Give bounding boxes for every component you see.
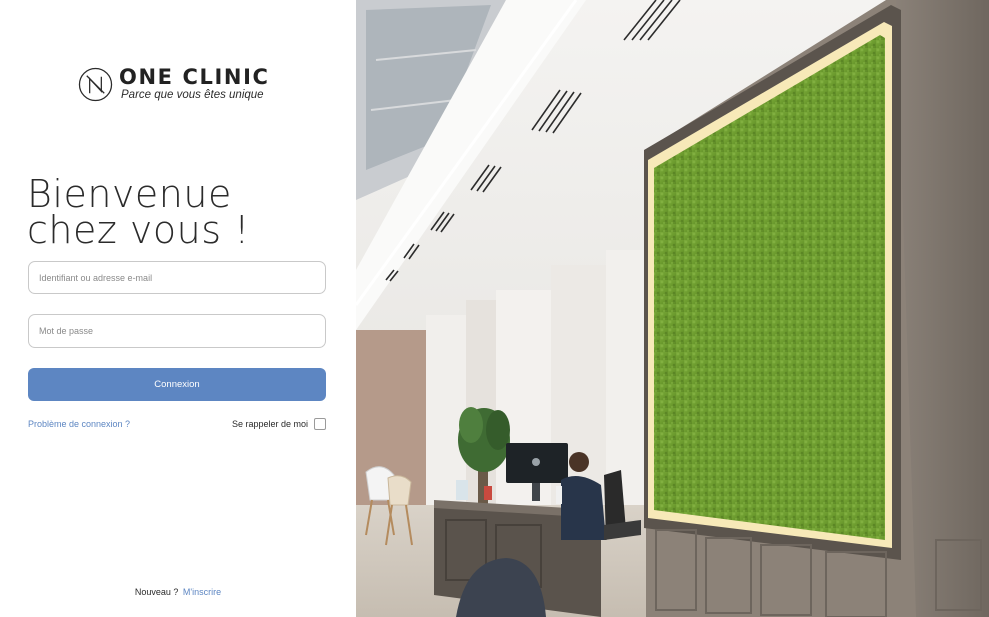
one-clinic-logo-icon: [78, 67, 113, 101]
password-input[interactable]: [28, 314, 326, 348]
brand-tagline: Parce que vous êtes unique: [121, 89, 264, 101]
welcome-heading: Bienvenue chez vous !: [27, 172, 250, 252]
forgot-password-link[interactable]: Problème de connexion ?: [28, 419, 130, 429]
clinic-photo: [356, 0, 989, 617]
brand-name: ONE CLINIC: [119, 65, 270, 89]
login-input[interactable]: [28, 261, 326, 294]
clinic-lobby-image: [356, 0, 989, 617]
login-page: ONE CLINIC Parce que vous êtes unique Bi…: [0, 0, 989, 617]
login-panel: ONE CLINIC Parce que vous êtes unique Bi…: [0, 0, 356, 617]
signup-prompt: Nouveau ?: [134, 587, 179, 597]
remember-me[interactable]: Se rappeler de moi: [232, 418, 326, 430]
welcome-line-1: Bienvenue: [27, 172, 232, 216]
checkbox-icon[interactable]: [314, 418, 326, 430]
signup-row: Nouveau ? M'inscrire: [0, 587, 356, 597]
login-button[interactable]: Connexion: [28, 368, 326, 401]
brand-logo: ONE CLINIC Parce que vous êtes unique: [78, 66, 270, 102]
welcome-line-2: chez vous !: [27, 208, 250, 252]
signup-link[interactable]: M'inscrire: [183, 587, 221, 597]
remember-me-label: Se rappeler de moi: [231, 419, 308, 429]
